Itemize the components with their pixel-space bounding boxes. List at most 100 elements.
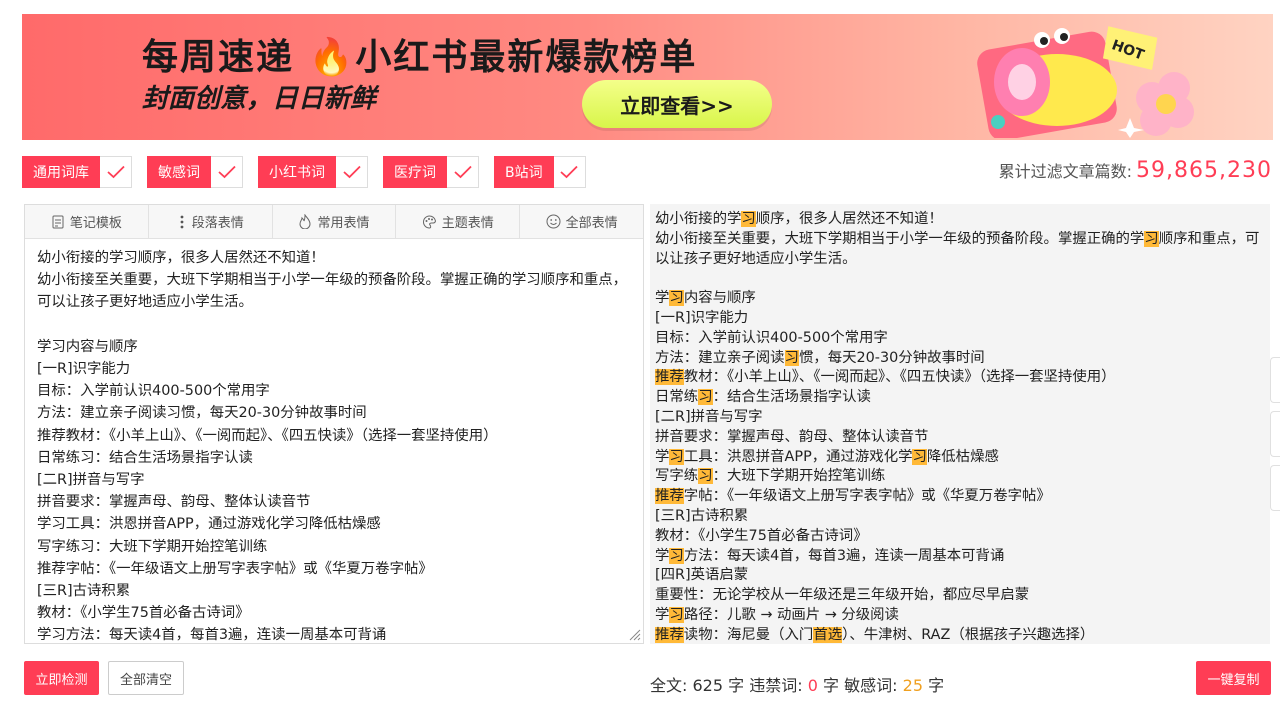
banned-label: 违禁词: bbox=[749, 676, 803, 695]
tool-theme-emoji[interactable]: 主题表情 bbox=[396, 205, 521, 238]
sensitive-word-highlight: 推荐 bbox=[655, 369, 684, 386]
resize-handle-icon[interactable] bbox=[627, 627, 641, 641]
total-unit: 字 bbox=[728, 676, 745, 695]
sensitive-word-highlight: 习 bbox=[669, 290, 684, 307]
filter-sensitive[interactable]: 敏感词 bbox=[147, 156, 243, 188]
filter-xiaohongshu[interactable]: 小红书词 bbox=[258, 156, 368, 188]
preview-text: 学 bbox=[655, 547, 670, 564]
smiley-icon bbox=[546, 214, 561, 229]
preview-text: 拼音要求：掌握声母、韵母、整体认读音节 bbox=[655, 428, 929, 445]
highlighted-text: 幼小衔接的学习顺序，很多人居然还不知道！ 幼小衔接至关重要，大班下学期相当于小学一… bbox=[650, 204, 1270, 644]
preview-text: 字帖：《一年级语文上册写字表字帖》或《华夏万卷字帖》 bbox=[683, 488, 1051, 505]
sensitive-word-highlight: 首选 bbox=[813, 626, 843, 643]
preview-line: 教材：《小学生75首必备古诗词》 bbox=[655, 527, 1265, 547]
result-preview: 幼小衔接的学习顺序，很多人居然还不知道！ 幼小衔接至关重要，大班下学期相当于小学一… bbox=[650, 204, 1270, 644]
preview-text: 学 bbox=[655, 290, 670, 307]
preview-line: [四R]英语启蒙 bbox=[655, 566, 1265, 586]
preview-text: [二R]拼音与写字 bbox=[655, 408, 763, 425]
checkmark-icon[interactable] bbox=[553, 156, 586, 188]
banned-value: 0 bbox=[807, 676, 818, 695]
clear-all-button[interactable]: 全部清空 bbox=[108, 661, 184, 695]
tool-common-emoji[interactable]: 常用表情 bbox=[273, 205, 397, 238]
filter-general[interactable]: 通用词库 bbox=[22, 156, 132, 188]
sensitive-word-highlight: 推荐 bbox=[655, 626, 684, 643]
preview-text: 方法：每天读4首，每首3遍，连读一周基本可背诵 bbox=[683, 547, 1005, 564]
checkmark-icon[interactable] bbox=[211, 156, 243, 188]
filter-label: 通用词库 bbox=[22, 156, 100, 188]
total-value: 625 bbox=[692, 676, 724, 695]
banner-title: 每周速递 🔥小红书最新爆款榜单 bbox=[142, 37, 698, 78]
tool-label: 全部表情 bbox=[565, 216, 618, 231]
preview-text: 日常练 bbox=[655, 389, 699, 406]
preview-line: 推荐字帖：《一年级语文上册写字表字帖》或《华夏万卷字帖》 bbox=[655, 487, 1265, 507]
preview-text: 路径：儿歌 → 动画片 → 分级阅读 bbox=[683, 606, 899, 623]
preview-text: [一R]识字能力 bbox=[655, 309, 749, 326]
preview-line: 学习工具：洪恩拼音APP，通过游戏化学习降低枯燥感 bbox=[655, 448, 1265, 468]
preview-line bbox=[655, 269, 1265, 289]
preview-line: 目标：入学前认识400-500个常用字 bbox=[655, 329, 1265, 349]
tool-note-template[interactable]: 笔记模板 bbox=[25, 205, 149, 238]
sensitive-word-highlight: 推荐 bbox=[655, 488, 684, 505]
filter-medical[interactable]: 医疗词 bbox=[383, 156, 479, 188]
preview-text: ：结合生活场景指字认读 bbox=[712, 389, 871, 406]
preview-text: 目标：入学前认识400-500个常用字 bbox=[655, 329, 888, 346]
sensitive-word-highlight: 习 bbox=[698, 468, 713, 485]
preview-text: [四R]英语启蒙 bbox=[655, 567, 749, 584]
preview-text: 幼小衔接的学 bbox=[655, 211, 742, 227]
tool-label: 段落表情 bbox=[191, 216, 244, 231]
sensitive-word-highlight: 习 bbox=[669, 448, 684, 465]
side-tab[interactable] bbox=[1270, 411, 1280, 457]
preview-line: 学习路径：儿歌 → 动画片 → 分级阅读 bbox=[655, 606, 1265, 626]
preview-line: [三R]古诗积累 bbox=[655, 507, 1265, 527]
sensitive-word-highlight: 习 bbox=[698, 389, 713, 406]
megaphone-illustration: HOT bbox=[977, 26, 1194, 138]
preview-text: 写字练 bbox=[655, 468, 699, 485]
checkmark-icon[interactable] bbox=[447, 156, 479, 188]
checkmark-icon[interactable] bbox=[100, 156, 132, 188]
sensitive-word-highlight: 习 bbox=[669, 547, 684, 564]
filter-label: 小红书词 bbox=[258, 156, 336, 188]
preview-line: 拼音要求：掌握声母、韵母、整体认读音节 bbox=[655, 428, 1265, 448]
preview-text: 顺序，很多人居然还不知道！ bbox=[755, 211, 943, 227]
preview-text: 学 bbox=[655, 448, 670, 465]
side-tab[interactable] bbox=[1270, 465, 1280, 511]
input-panel: 笔记模板 段落表情 常用表情 主题表情 全部表情 幼小衔接的学习顺序，很多人居然… bbox=[24, 204, 644, 644]
preview-line: 学习方法：每天读4首，每首3遍，连读一周基本可背诵 bbox=[655, 547, 1265, 567]
preview-text: 教材：《小羊上山》、《一阅而起》、《四五快读》（选择一套坚持使用） bbox=[683, 369, 1116, 386]
sensitive-label: 敏感词: bbox=[844, 676, 898, 695]
preview-text: 学 bbox=[655, 606, 670, 623]
emoji-toolbar: 笔记模板 段落表情 常用表情 主题表情 全部表情 bbox=[25, 205, 643, 239]
text-editor[interactable]: 幼小衔接的学习顺序，很多人居然还不知道！ 幼小衔接至关重要，大班下学期相当于小学… bbox=[25, 239, 643, 643]
sensitive-word-highlight: 习 bbox=[1144, 230, 1159, 247]
preview-line: 推荐教材：《小羊上山》、《一阅而起》、《四五快读》（选择一套坚持使用） bbox=[655, 368, 1265, 388]
counter-value: 59,865,230 bbox=[1136, 158, 1272, 183]
side-tab[interactable] bbox=[1270, 357, 1280, 403]
tool-label: 常用表情 bbox=[317, 216, 370, 231]
filtered-article-counter: 累计过滤文章篇数: 59,865,230 bbox=[999, 158, 1272, 183]
preview-line: 学习内容与顺序 bbox=[655, 289, 1265, 309]
banner-view-button[interactable]: 立即查看>> bbox=[582, 80, 772, 128]
sensitive-word-highlight: 习 bbox=[784, 349, 799, 366]
tool-label: 主题表情 bbox=[441, 216, 494, 231]
word-library-filters: 通用词库 敏感词 小红书词 医疗词 B站词 bbox=[22, 156, 601, 188]
copy-all-button[interactable]: 一键复制 bbox=[1196, 661, 1271, 695]
checkmark-icon[interactable] bbox=[336, 156, 368, 188]
preview-text: [三R]古诗积累 bbox=[655, 507, 749, 524]
preview-text: 惯，每天20-30分钟故事时间 bbox=[798, 349, 985, 366]
preview-line: 幼小衔接至关重要，大班下学期相当于小学一年级的预备阶段。掌握正确的学习顺序和重点… bbox=[655, 230, 1265, 270]
detect-button[interactable]: 立即检测 bbox=[24, 661, 99, 695]
tool-paragraph-emoji[interactable]: 段落表情 bbox=[149, 205, 273, 238]
promo-banner[interactable]: 每周速递 🔥小红书最新爆款榜单 封面创意，日日新鲜 立即查看>> HOT bbox=[22, 14, 1273, 140]
preview-text: 方法：建立亲子阅读 bbox=[655, 349, 785, 366]
preview-line: [二R]拼音与写字 bbox=[655, 408, 1265, 428]
banned-unit: 字 bbox=[823, 676, 840, 695]
tool-all-emoji[interactable]: 全部表情 bbox=[520, 205, 643, 238]
preview-line: 推荐读物：海尼曼（入门首选）、牛津树、RAZ（根据孩子兴趣选择） bbox=[655, 626, 1265, 644]
preview-text: 教材：《小学生75首必备古诗词》 bbox=[655, 527, 868, 544]
fire-icon bbox=[299, 214, 311, 229]
sensitive-word-highlight: 习 bbox=[741, 211, 756, 227]
preview-line: [一R]识字能力 bbox=[655, 309, 1265, 329]
filter-bilibili[interactable]: B站词 bbox=[494, 156, 586, 188]
palette-icon bbox=[422, 214, 436, 229]
preview-text: 工具：洪恩拼音APP，通过游戏化学 bbox=[683, 448, 913, 465]
